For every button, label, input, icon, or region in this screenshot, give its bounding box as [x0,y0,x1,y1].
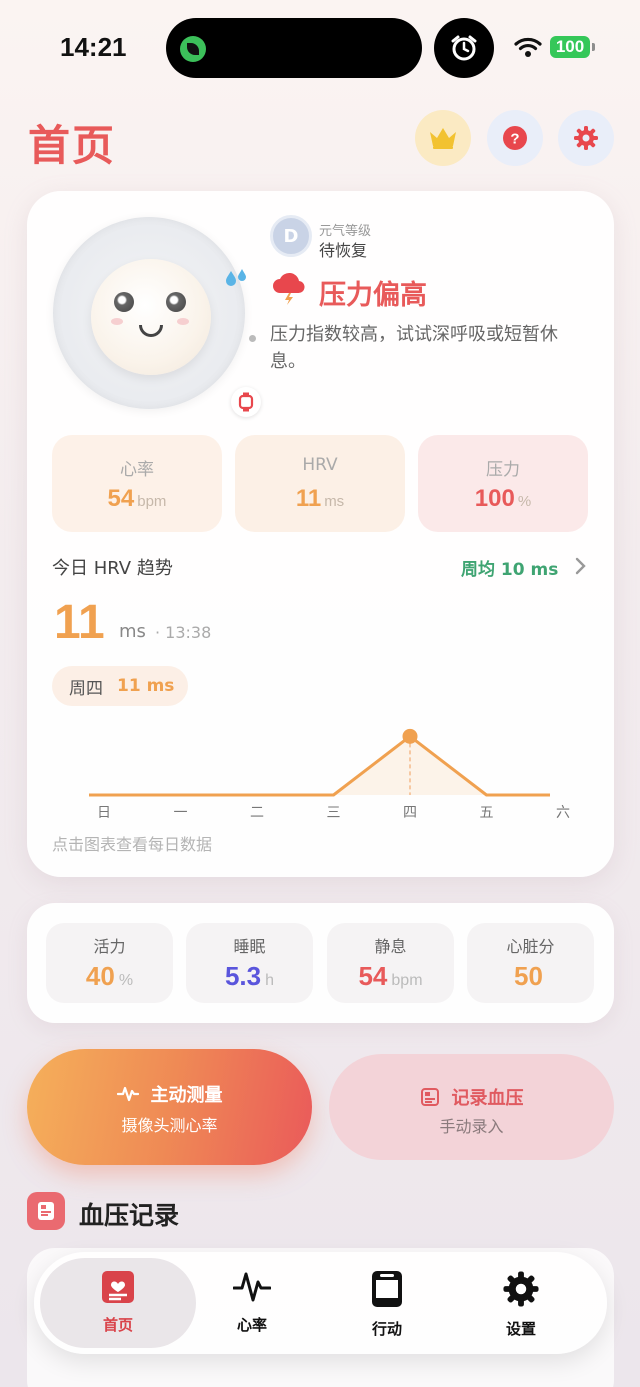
series-line [89,734,550,797]
app-activity-icon [180,36,206,62]
tab-bar: 首页 心率 行动 设置 [34,1252,607,1354]
status-time: 14:21 [60,32,127,62]
stat-value: 50 [514,961,543,991]
stat-label: 活力 [93,937,126,956]
watch-icon [231,387,261,417]
chart-area [89,736,563,795]
card-icon [420,1088,439,1106]
tab-action[interactable]: 行动 [337,1270,437,1339]
stat-value: 54 bpm [358,961,423,991]
metric-label: 压力 [486,460,520,480]
gear-icon [574,126,598,150]
phone-card-icon [372,1271,402,1307]
tab-home[interactable]: 首页 [68,1270,168,1335]
stat-resting[interactable]: 静息 54 bpm [327,923,454,1003]
bp-record-icon [27,1192,65,1230]
x-tick-label: 三 [326,805,341,821]
svg-text:?: ? [510,131,519,148]
x-tick-label: 四 [403,805,417,821]
home-card-icon [102,1271,134,1303]
x-tick-label: 六 [556,805,570,821]
x-tick-label: 日 [97,805,111,821]
record-subtitle: 手动录入 [439,1117,504,1136]
daily-stats-card: 活力 40% 睡眠 5.3 h 静息 54 bpm 心脏分 50 [27,903,614,1023]
hrv-current-value: 11 [54,596,105,649]
pulse-icon [232,1272,272,1302]
x-tick-label: 二 [250,805,264,821]
stat-label: 睡眠 [233,937,266,956]
data-point[interactable] [402,728,418,744]
record-title: 记录血压 [329,1084,614,1110]
premium-button[interactable] [415,110,471,166]
status-description: 压力指数较高，试试深呼吸或短暂休息。 [270,324,558,372]
hrv-metric[interactable]: HRV 11 ms [235,435,405,532]
settings-button[interactable] [558,110,614,166]
stat-value: 40% [85,961,134,991]
tab-label: 行动 [371,1320,402,1338]
status-title: 压力偏高 [319,280,427,311]
hrv-weekly-average[interactable]: 周均 10 ms [461,555,558,580]
bp-section-title: 血压记录 [79,1201,180,1230]
help-icon: ? [503,126,527,150]
measure-title: 主动测量 [27,1081,312,1107]
stat-heart-score[interactable]: 心脏分 50 [467,923,594,1003]
sweat-drops-icon [226,269,246,286]
tab-label: 心率 [236,1316,267,1334]
level-avatar: D [270,215,312,257]
chart-hint: 点击图表查看每日数据 [52,835,213,854]
hrv-current-unit: ms [119,621,146,642]
stat-energy[interactable]: 活力 40% [46,923,173,1003]
status-card: D 元气等级 待恢复 压力偏高 压力指数较高，试试深呼吸或短暂休息。 心率 54… [27,191,614,877]
wifi-icon [514,37,542,57]
x-tick-label: 五 [479,805,494,821]
stat-value: 5.3 h [224,961,275,991]
hrv-trend-heading: 今日 HRV 趋势 [52,558,173,579]
mood-face-icon [91,259,211,375]
measure-subtitle: 摄像头测心率 [121,1116,218,1135]
pulse-icon [116,1086,139,1102]
stat-sleep[interactable]: 睡眠 5.3 h [186,923,313,1003]
hrv-current-time: · 13:38 [155,623,212,642]
storm-cloud-icon [273,272,305,305]
alarm-icon [434,18,494,78]
stat-label: 心脏分 [506,937,555,956]
metric-label: 心率 [120,460,154,480]
metric-value: 100% [474,485,532,512]
metric-label: HRV [302,455,338,475]
stress-metric[interactable]: 压力 100% [418,435,588,532]
record-bp-button[interactable]: 记录血压 手动录入 [329,1054,614,1160]
tab-settings[interactable]: 设置 [471,1270,571,1339]
dynamic-island [166,18,422,78]
ring-indicator-dot [249,335,256,342]
tab-heart-rate[interactable]: 心率 [202,1270,302,1335]
metric-value: 54 bpm [107,485,167,512]
x-tick-label: 一 [173,805,188,821]
gear-icon [503,1271,539,1307]
metric-value: 11 ms [295,485,345,512]
tab-label: 首页 [102,1316,133,1334]
chevron-right-icon[interactable] [575,557,587,575]
selected-day-pill: 周四 11 ms [52,666,188,706]
stat-label: 静息 [374,937,407,956]
page-title: 首页 [28,122,117,169]
active-measure-button[interactable]: 主动测量 摄像头测心率 [27,1049,312,1165]
help-button[interactable]: ? [487,110,543,166]
tab-label: 设置 [505,1320,536,1338]
battery-indicator: 100 [550,36,595,58]
status-bar: 14:21 100 [0,0,640,96]
level-value: 待恢复 [319,241,368,260]
heart-rate-metric[interactable]: 心率 54 bpm [52,435,222,532]
mood-face-ring[interactable] [53,217,261,417]
crown-icon [430,128,456,149]
